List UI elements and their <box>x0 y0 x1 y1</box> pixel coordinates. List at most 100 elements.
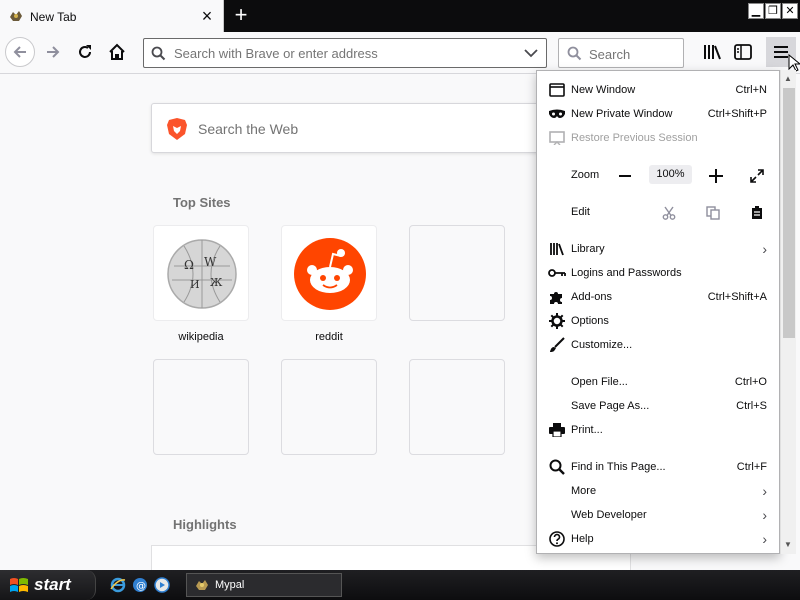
menu-item-open-file[interactable]: Open File... Ctrl+O <box>537 371 781 393</box>
menu-item-print[interactable]: Print... <box>537 419 781 441</box>
home-icon <box>109 43 125 60</box>
puzzle-piece-icon <box>548 288 566 306</box>
svg-text:И: И <box>190 278 200 291</box>
library-button[interactable] <box>697 37 727 67</box>
zoom-reset-button[interactable]: 100% <box>649 165 692 184</box>
taskbar-item-label: Mypal <box>215 579 245 591</box>
back-button[interactable] <box>5 37 35 67</box>
empty-top-site-tile[interactable] <box>409 225 505 321</box>
printer-icon <box>548 421 566 439</box>
taskbar: start @ Mypal <box>0 570 800 600</box>
menu-item-logins[interactable]: Logins and Passwords <box>537 262 781 284</box>
hamburger-icon <box>774 46 788 58</box>
close-window-icon[interactable]: ✕ <box>782 3 798 19</box>
sidebar-button[interactable] <box>728 37 758 67</box>
windows-logo-icon <box>10 578 28 592</box>
show-desktop-icon[interactable] <box>154 577 170 593</box>
cut-icon[interactable] <box>658 202 680 224</box>
menu-item-library[interactable]: Library › <box>537 238 781 260</box>
menu-item-web-developer[interactable]: Web Developer › <box>537 504 781 526</box>
zoom-label: Zoom <box>571 169 600 181</box>
chevron-right-icon: › <box>762 531 767 547</box>
empty-top-site-tile[interactable] <box>281 359 377 455</box>
search-icon <box>151 46 166 61</box>
menu-item-label: Add-ons <box>571 291 612 303</box>
new-tab-plus-icon[interactable]: + <box>230 4 252 27</box>
menu-item-new-window[interactable]: New Window Ctrl+N <box>537 79 781 101</box>
outlook-express-icon[interactable]: @ <box>132 577 148 593</box>
fullscreen-icon[interactable] <box>746 165 768 187</box>
svg-text:Ж: Ж <box>210 276 223 289</box>
forward-arrow-icon <box>47 46 60 58</box>
copy-icon[interactable] <box>702 202 724 224</box>
menu-row-edit: Edit <box>537 201 781 223</box>
menu-item-shortcut: Ctrl+Shift+A <box>707 291 767 303</box>
minimize-window-icon[interactable]: ▁ <box>748 3 764 19</box>
highlights-title: Highlights <box>173 517 237 532</box>
menu-item-new-private-window[interactable]: New Private Window Ctrl+Shift+P <box>537 103 781 125</box>
navigation-bar <box>0 32 800 74</box>
svg-text:Ω: Ω <box>184 258 194 272</box>
restore-session-icon <box>548 129 566 147</box>
internet-explorer-icon[interactable] <box>110 577 126 593</box>
chevron-right-icon: › <box>762 507 767 523</box>
edit-label: Edit <box>571 206 590 218</box>
library-icon <box>548 240 566 258</box>
restore-window-icon[interactable]: ❐ <box>765 3 781 19</box>
private-mask-icon <box>548 105 566 123</box>
menu-item-label: More <box>571 485 597 497</box>
zoom-out-icon[interactable] <box>614 165 636 187</box>
zoom-in-icon[interactable] <box>705 165 727 187</box>
new-window-icon <box>548 81 566 99</box>
menu-item-addons[interactable]: Add-ons Ctrl+Shift+A <box>537 286 781 308</box>
chevron-right-icon: › <box>762 241 767 257</box>
menu-item-label: New Private Window <box>571 108 673 120</box>
scroll-down-arrow-icon[interactable]: ▼ <box>784 540 792 549</box>
chevron-down-icon[interactable] <box>524 48 538 58</box>
menu-item-label: Find in This Page... <box>571 461 666 473</box>
search-input[interactable] <box>587 46 677 63</box>
paste-icon[interactable] <box>746 202 768 224</box>
search-bar[interactable] <box>558 38 684 68</box>
scrollbar-thumb[interactable] <box>783 88 795 338</box>
gear-icon <box>548 312 566 330</box>
menu-item-more[interactable]: More › <box>537 480 781 502</box>
top-site-label: wikipedia <box>178 331 224 343</box>
home-button[interactable] <box>102 37 132 67</box>
menu-item-label: Open File... <box>571 376 628 388</box>
forward-button[interactable] <box>38 37 68 67</box>
menu-item-help[interactable]: Help › <box>537 528 781 550</box>
close-tab-icon[interactable]: × <box>198 7 216 25</box>
menu-item-save-page[interactable]: Save Page As... Ctrl+S <box>537 395 781 417</box>
back-arrow-icon <box>13 46 26 58</box>
tab-new-tab[interactable]: New Tab × <box>0 0 224 32</box>
menu-item-options[interactable]: Options <box>537 310 781 332</box>
start-button[interactable]: start <box>0 570 96 600</box>
page-scrollbar[interactable]: ▲ ▼ <box>780 70 796 554</box>
chevron-right-icon: › <box>762 483 767 499</box>
menu-item-shortcut: Ctrl+N <box>735 84 767 96</box>
menu-item-label: Help <box>571 533 594 545</box>
url-bar[interactable] <box>143 38 547 68</box>
url-input[interactable] <box>172 45 512 62</box>
menu-item-find[interactable]: Find in This Page... Ctrl+F <box>537 456 781 478</box>
top-site-tile-wikipedia[interactable]: Ω W И Ж <box>153 225 249 321</box>
menu-item-label: Options <box>571 315 609 327</box>
empty-top-site-tile[interactable] <box>409 359 505 455</box>
scroll-up-arrow-icon[interactable]: ▲ <box>784 74 792 83</box>
menu-item-label: Save Page As... <box>571 400 650 412</box>
wikipedia-globe-icon: Ω W И Ж <box>167 239 237 309</box>
top-site-tile-reddit[interactable] <box>281 225 377 321</box>
web-search-placeholder: Search the Web <box>198 121 299 137</box>
mypal-favicon-icon <box>196 580 208 590</box>
empty-top-site-tile[interactable] <box>153 359 249 455</box>
reload-button[interactable] <box>70 37 100 67</box>
key-icon <box>548 264 566 282</box>
search-icon <box>567 46 582 61</box>
menu-row-zoom: Zoom 100% <box>537 164 781 186</box>
menu-item-customize[interactable]: Customize... <box>537 334 781 356</box>
tab-title: New Tab <box>30 10 77 24</box>
search-icon <box>548 458 566 476</box>
menu-item-label: New Window <box>571 84 636 96</box>
taskbar-item-mypal[interactable]: Mypal <box>186 573 342 597</box>
